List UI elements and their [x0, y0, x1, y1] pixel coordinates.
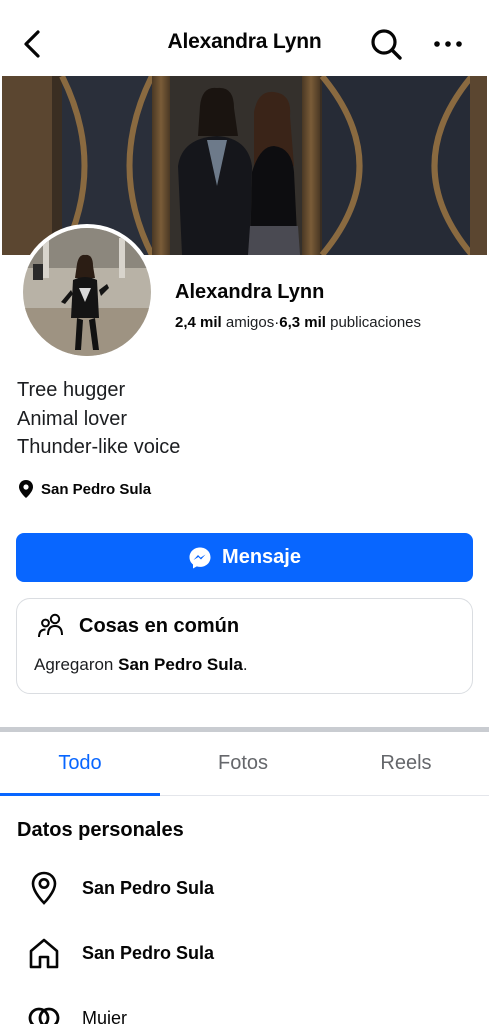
- people-icon: [38, 613, 63, 638]
- personal-item-text: San Pedro Sula: [82, 877, 215, 898]
- common-text-prefix: Agregaron: [34, 655, 119, 674]
- common-text-bold: San Pedro Sula: [118, 655, 243, 674]
- profile-page: Alexandra Lynn Alexandra Lynn 2,4 mil am…: [0, 0, 489, 1024]
- bio-line: Tree hugger: [17, 379, 126, 401]
- common-things-title: Cosas en común: [79, 614, 240, 637]
- page-title: Alexandra Lynn: [167, 30, 322, 53]
- gender-rings-icon: [28, 1007, 60, 1024]
- tab-todo[interactable]: Todo: [0, 732, 160, 796]
- search-icon: [371, 29, 402, 60]
- home-icon: [29, 938, 59, 969]
- bio-line: Thunder-like voice: [17, 436, 181, 458]
- tab-reels[interactable]: Reels: [326, 732, 486, 795]
- personal-item-text: Mujer: [82, 1007, 128, 1024]
- profile-stats: 2,4 mil amigos·6,3 mil publicaciones: [175, 314, 421, 331]
- avatar-image: [23, 228, 151, 356]
- common-things-header: Cosas en común: [37, 613, 239, 639]
- personal-item-gender[interactable]: Mujer: [26, 1000, 127, 1024]
- personal-item-location[interactable]: San Pedro Sula: [26, 870, 214, 906]
- common-things-text: Agregaron San Pedro Sula.: [34, 655, 248, 675]
- more-options-button[interactable]: [430, 26, 466, 62]
- profile-avatar[interactable]: [19, 224, 155, 360]
- personal-item-home[interactable]: San Pedro Sula: [26, 935, 214, 971]
- tab-fotos[interactable]: Fotos: [163, 732, 323, 795]
- profile-location: San Pedro Sula: [19, 479, 151, 499]
- posts-count: 6,3 mil: [279, 314, 326, 331]
- messenger-icon: [189, 547, 211, 568]
- bio-line: Animal lover: [17, 407, 128, 430]
- personal-details-title: Datos personales: [17, 819, 184, 841]
- personal-item-text: San Pedro Sula: [82, 942, 215, 963]
- common-things-card[interactable]: Cosas en común Agregaron San Pedro Sula.: [16, 598, 473, 694]
- message-button-label: Mensaje: [222, 546, 301, 568]
- profile-bio: Tree hugger Animal lover Thunder-like vo…: [17, 376, 180, 462]
- common-text-suffix: .: [242, 655, 248, 674]
- location-pin-icon: [31, 871, 57, 905]
- profile-name: Alexandra Lynn: [175, 281, 325, 303]
- location-text: San Pedro Sula: [41, 480, 152, 498]
- friends-label[interactable]: amigos: [226, 314, 274, 331]
- more-dots-icon: [434, 41, 462, 47]
- posts-label: publicaciones: [330, 314, 422, 331]
- top-bar: Alexandra Lynn: [0, 0, 489, 76]
- profile-tabs: Todo Fotos Reels: [0, 732, 489, 796]
- location-pin-icon: [19, 480, 33, 498]
- search-button[interactable]: [368, 26, 404, 62]
- friends-count[interactable]: 2,4 mil: [175, 314, 222, 331]
- message-button[interactable]: Mensaje: [16, 533, 473, 582]
